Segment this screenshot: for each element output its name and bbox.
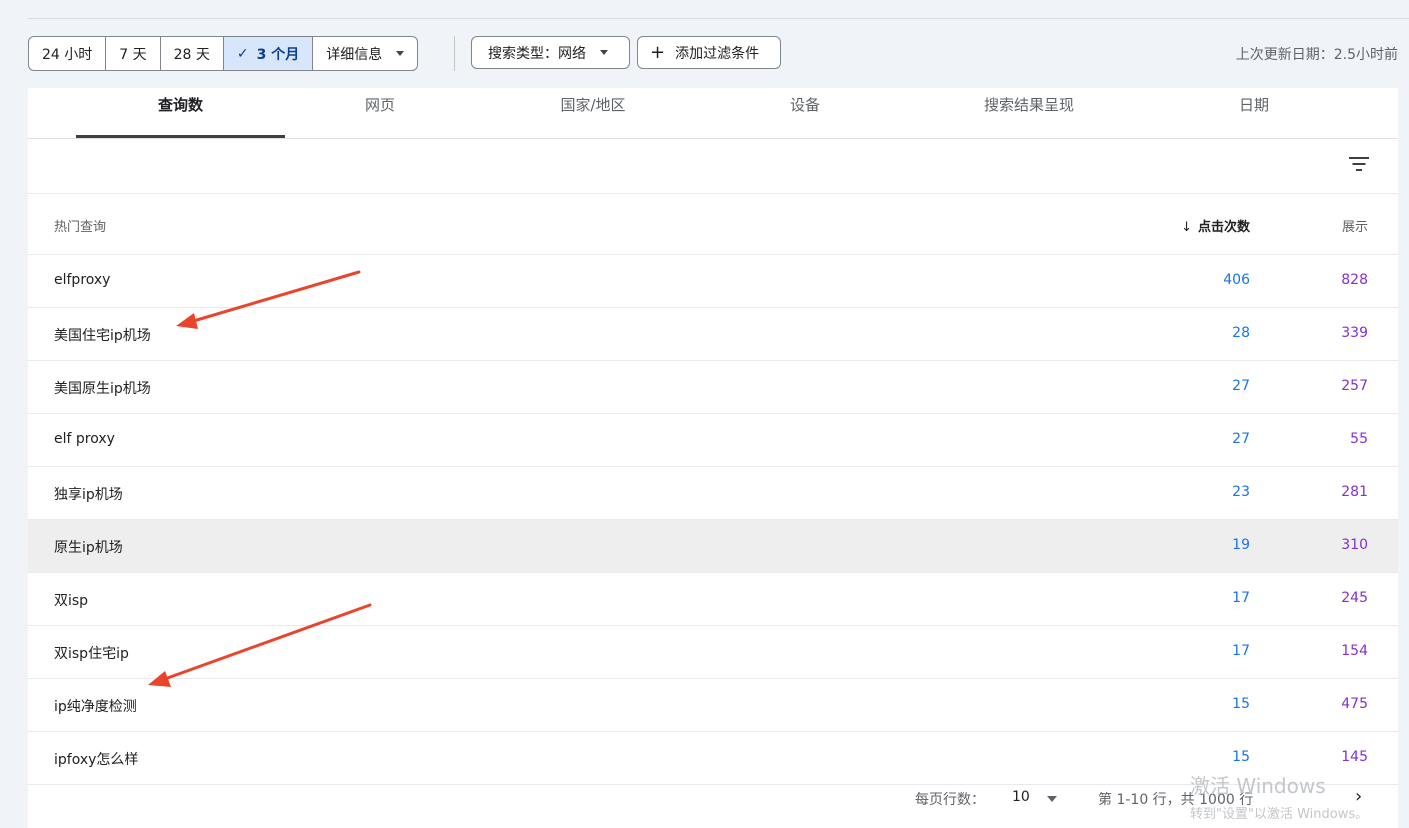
impressions-cell: 245 <box>1341 590 1368 606</box>
table-row[interactable]: elf proxy 27 55 <box>28 414 1398 467</box>
page-range-text: 第 1-10 行，共 1000 行 <box>1098 792 1254 808</box>
clicks-cell: 15 <box>1232 749 1250 765</box>
clicks-cell: 15 <box>1232 696 1250 712</box>
query-cell: ip纯净度检测 <box>54 699 137 715</box>
table-row[interactable]: 美国原生ip机场 27 257 <box>28 361 1398 414</box>
header-impressions-sort[interactable]: 展示 <box>1342 216 1368 235</box>
clicks-cell: 23 <box>1232 484 1250 500</box>
range-details-dropdown[interactable]: 详细信息 <box>313 37 417 70</box>
clicks-cell: 406 <box>1223 272 1250 288</box>
clicks-cell: 27 <box>1232 431 1250 447</box>
query-cell: 美国原生ip机场 <box>54 381 151 397</box>
query-cell: elf proxy <box>54 431 115 447</box>
rows-per-page-caret-icon[interactable] <box>1047 796 1057 802</box>
query-cell: elfproxy <box>54 272 111 288</box>
tab-devices[interactable]: 设备 <box>708 88 902 138</box>
range-24h-button[interactable]: 24 小时 <box>29 37 107 70</box>
query-cell: 双isp住宅ip <box>54 646 129 662</box>
filter-divider <box>454 36 455 71</box>
table-row[interactable]: 美国住宅ip机场 28 339 <box>28 308 1398 361</box>
dropdown-caret-icon <box>600 50 608 55</box>
impressions-cell: 339 <box>1341 325 1368 341</box>
clicks-cell: 27 <box>1232 378 1250 394</box>
table-row-highlighted[interactable]: 原生ip机场 19 310 <box>28 520 1398 573</box>
range-28d-button[interactable]: 28 天 <box>161 37 224 70</box>
tab-queries[interactable]: 查询数 <box>76 88 285 138</box>
query-cell: 美国住宅ip机场 <box>54 328 151 344</box>
last-updated-text: 上次更新日期：2.5小时前 <box>1235 47 1398 63</box>
performance-table-card: 查询数 网页 国家/地区 设备 搜索结果呈现 日期 热门查询 ↓ 点击次数 展示 … <box>28 88 1398 828</box>
tab-dates[interactable]: 日期 <box>1158 88 1350 138</box>
table-row[interactable]: 双isp 17 245 <box>28 573 1398 626</box>
header-clicks-sort[interactable]: ↓ 点击次数 <box>1181 216 1250 235</box>
table-row[interactable]: ip纯净度检测 15 475 <box>28 679 1398 732</box>
range-3m-button[interactable]: ✓ 3 个月 <box>223 37 314 70</box>
rows-per-page-select[interactable]: 10 <box>1012 789 1030 805</box>
next-page-icon[interactable]: › <box>1355 786 1362 807</box>
rows-per-page-label: 每页行数： <box>915 792 985 808</box>
dimension-tabs: 查询数 网页 国家/地区 设备 搜索结果呈现 日期 <box>28 88 1398 139</box>
tab-countries[interactable]: 国家/地区 <box>493 88 693 138</box>
query-cell: 独享ip机场 <box>54 487 123 503</box>
clicks-cell: 28 <box>1232 325 1250 341</box>
pagination-bar: 每页行数： 10 第 1-10 行，共 1000 行 › <box>28 778 1398 818</box>
table-body: elfproxy 406 828 美国住宅ip机场 28 339 美国原生ip机… <box>28 255 1398 785</box>
impressions-cell: 310 <box>1341 537 1368 553</box>
table-row[interactable]: 双isp住宅ip 17 154 <box>28 626 1398 679</box>
table-toolbar <box>28 138 1398 194</box>
table-row[interactable]: 独享ip机场 23 281 <box>28 467 1398 520</box>
impressions-cell: 257 <box>1341 378 1368 394</box>
filter-rows-icon[interactable] <box>1348 153 1370 175</box>
impressions-cell: 828 <box>1341 272 1368 288</box>
tab-pages[interactable]: 网页 <box>285 88 475 138</box>
table-row[interactable]: elfproxy 406 828 <box>28 255 1398 308</box>
dropdown-caret-icon <box>396 51 405 56</box>
date-range-selector: 24 小时 7 天 28 天 ✓ 3 个月 详细信息 <box>28 36 419 71</box>
impressions-cell: 475 <box>1341 696 1368 712</box>
query-cell: ipfoxy怎么样 <box>54 752 139 768</box>
check-icon: ✓ <box>236 45 249 62</box>
range-7d-button[interactable]: 7 天 <box>106 37 161 70</box>
impressions-cell: 55 <box>1350 431 1368 447</box>
impressions-cell: 145 <box>1341 749 1368 765</box>
impressions-cell: 154 <box>1341 643 1368 659</box>
sort-down-arrow-icon: ↓ <box>1181 220 1192 235</box>
impressions-cell: 281 <box>1341 484 1368 500</box>
clicks-cell: 17 <box>1232 590 1250 606</box>
search-type-dropdown[interactable]: 搜索类型：网络 <box>471 36 630 69</box>
query-cell: 原生ip机场 <box>54 540 123 556</box>
table-header: 热门查询 ↓ 点击次数 展示 <box>28 194 1398 255</box>
top-divider <box>28 18 1409 19</box>
query-cell: 双isp <box>54 593 89 609</box>
tab-search-appearance[interactable]: 搜索结果呈现 <box>928 88 1130 138</box>
clicks-cell: 17 <box>1232 643 1250 659</box>
add-filter-button[interactable]: + 添加过滤条件 <box>637 36 781 69</box>
header-top-queries: 热门查询 <box>54 220 107 235</box>
plus-icon: + <box>650 41 666 63</box>
clicks-cell: 19 <box>1232 537 1250 553</box>
